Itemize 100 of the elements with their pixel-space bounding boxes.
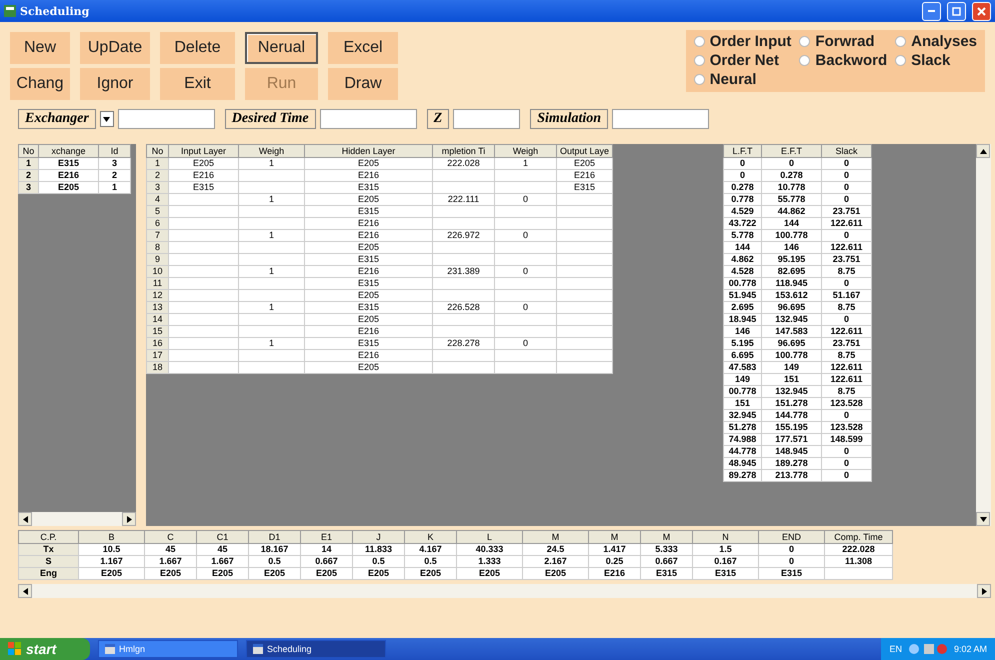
column-header[interactable]: D1: [248, 530, 300, 544]
table-cell: [494, 362, 556, 374]
column-header[interactable]: M: [522, 530, 588, 544]
command-button[interactable]: Exit: [160, 68, 235, 100]
column-header[interactable]: C.P.: [18, 530, 78, 544]
table-cell: 44.862: [762, 206, 822, 218]
column-header[interactable]: xchange: [38, 144, 98, 158]
column-header[interactable]: Id: [98, 144, 130, 158]
row-header: 2: [146, 170, 168, 182]
table-cell: E205: [556, 158, 612, 170]
radio-option[interactable]: Backword: [799, 51, 888, 70]
command-button[interactable]: Draw: [328, 68, 398, 100]
command-button[interactable]: Nerual: [245, 32, 318, 64]
column-header[interactable]: Slack: [822, 144, 872, 158]
table-cell: [168, 350, 238, 362]
maximize-button[interactable]: [947, 2, 966, 20]
table-cell: [238, 314, 304, 326]
left-arrow-icon: [22, 588, 28, 594]
horizontal-scrollbar[interactable]: [18, 512, 136, 526]
column-header[interactable]: E1: [300, 530, 352, 544]
table-cell: [556, 206, 612, 218]
command-button[interactable]: Ignor: [80, 68, 150, 100]
radio-option[interactable]: Order Input: [694, 32, 792, 50]
table-cell: [168, 278, 238, 290]
column-header[interactable]: N: [692, 530, 758, 544]
column-header[interactable]: No: [18, 144, 38, 158]
table-cell: E216: [38, 170, 98, 182]
column-header[interactable]: L: [456, 530, 522, 544]
table-cell: 0.778: [724, 194, 762, 206]
radio-option[interactable]: Order Net: [694, 51, 792, 70]
table-cell: 14: [300, 544, 352, 556]
table-cell: 8.75: [822, 302, 872, 314]
column-header[interactable]: Output Laye: [556, 144, 612, 158]
table-cell: 1.667: [196, 556, 248, 568]
column-header[interactable]: END: [758, 530, 824, 544]
table-cell: [556, 242, 612, 254]
minimize-button[interactable]: [922, 2, 941, 20]
column-header[interactable]: mpletion Ti: [432, 144, 494, 158]
table-cell: 122.611: [822, 218, 872, 230]
table-cell: 213.778: [762, 470, 822, 482]
table-cell: 151.278: [762, 398, 822, 410]
column-header[interactable]: Weigh: [238, 144, 304, 158]
radio-option[interactable]: Analyses: [895, 32, 977, 50]
column-header[interactable]: K: [404, 530, 456, 544]
input-field[interactable]: [320, 109, 417, 129]
table-cell: 4.167: [404, 544, 456, 556]
table-cell: 222.028: [824, 544, 892, 556]
column-header[interactable]: No: [146, 144, 168, 158]
radio-option[interactable]: Neural: [694, 70, 792, 89]
command-button[interactable]: UpDate: [80, 32, 150, 64]
column-header[interactable]: Input Layer: [168, 144, 238, 158]
table-cell: 74.988: [724, 434, 762, 446]
start-button[interactable]: start: [0, 638, 90, 660]
table-cell: 47.583: [724, 362, 762, 374]
table-cell: 123.528: [822, 398, 872, 410]
horizontal-scrollbar[interactable]: [18, 584, 991, 598]
dropdown-button[interactable]: [100, 111, 114, 127]
table-cell: 144: [762, 218, 822, 230]
input-field[interactable]: [118, 109, 215, 129]
column-header[interactable]: C1: [196, 530, 248, 544]
command-button[interactable]: Excel: [328, 32, 398, 64]
column-header[interactable]: J: [352, 530, 404, 544]
table-cell: [168, 242, 238, 254]
field-label: Z: [426, 109, 450, 129]
table-cell: E205: [304, 290, 432, 302]
table-cell: E205: [38, 182, 98, 194]
table-cell: 0: [822, 182, 872, 194]
column-header[interactable]: M: [588, 530, 640, 544]
taskbar-item[interactable]: Hmlgn: [98, 640, 238, 658]
radio-option[interactable]: Slack: [895, 51, 977, 70]
column-header[interactable]: L.F.T: [724, 144, 762, 158]
taskbar-item[interactable]: Scheduling: [246, 640, 386, 658]
command-button[interactable]: Delete: [160, 32, 235, 64]
table-cell: [238, 242, 304, 254]
radio-option[interactable]: Forwrad: [799, 32, 888, 50]
vertical-scrollbar[interactable]: [976, 144, 991, 526]
column-header[interactable]: Weigh: [494, 144, 556, 158]
table-cell: [168, 206, 238, 218]
column-header[interactable]: Hidden Layer: [304, 144, 432, 158]
table-cell: 228.278: [432, 338, 494, 350]
table-cell: 0.278: [762, 170, 822, 182]
table-cell: 0: [762, 158, 822, 170]
row-header: 2: [18, 170, 38, 182]
column-header[interactable]: C: [144, 530, 196, 544]
table-cell: 51.278: [724, 422, 762, 434]
command-button[interactable]: Chang: [10, 68, 70, 100]
table-cell: [168, 266, 238, 278]
column-header[interactable]: B: [78, 530, 144, 544]
windows-logo-icon: [8, 642, 22, 656]
column-header[interactable]: Comp. Time: [824, 530, 892, 544]
close-button[interactable]: [972, 2, 991, 20]
table-cell: [238, 218, 304, 230]
input-field[interactable]: [612, 109, 710, 129]
table-cell: 0: [822, 278, 872, 290]
table-cell: 18.167: [248, 544, 300, 556]
input-field[interactable]: [453, 109, 520, 129]
command-button[interactable]: New: [10, 32, 70, 64]
column-header[interactable]: E.F.T: [762, 144, 822, 158]
column-header[interactable]: M: [640, 530, 692, 544]
table-cell: E205: [196, 568, 248, 580]
